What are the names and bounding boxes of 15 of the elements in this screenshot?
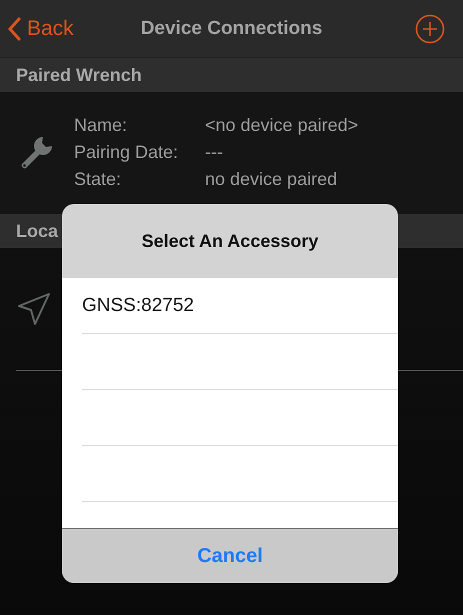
field-value: no device paired — [205, 168, 338, 190]
cancel-button[interactable]: Cancel — [62, 529, 398, 583]
back-button[interactable]: Back — [0, 16, 74, 40]
field-label: State: — [74, 168, 122, 190]
add-icon[interactable] — [415, 14, 445, 44]
field-label: Name: — [74, 114, 128, 136]
screen-title: Device Connections — [140, 18, 322, 40]
section-title: Loca — [16, 220, 58, 242]
navigation-arrow-icon — [16, 291, 52, 327]
field-label: Pairing Date: — [74, 142, 180, 162]
field-value: --- — [205, 142, 224, 162]
dialog-title: Select An Accessory — [142, 230, 318, 252]
chevron-left-icon — [7, 16, 21, 40]
section-title: Paired Wrench — [16, 64, 142, 86]
field-value: <no device paired> — [205, 114, 358, 136]
